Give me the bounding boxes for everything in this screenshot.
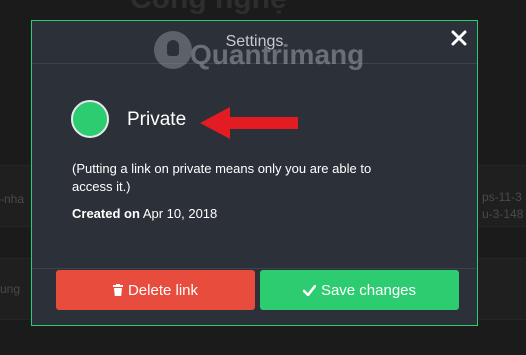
check-icon: [302, 284, 316, 296]
save-changes-label: Save changes: [320, 281, 417, 299]
settings-modal: Settings Quantrimang Private (Putting a …: [31, 20, 478, 326]
arrow-left-icon: [200, 105, 300, 146]
trash-icon: [112, 284, 123, 296]
private-label: Private: [127, 109, 187, 130]
close-icon: [451, 26, 467, 51]
footer-divider: [32, 268, 477, 269]
delete-link-label: Delete link: [127, 281, 199, 299]
delete-link-button[interactable]: Delete link: [56, 270, 255, 310]
background-page-title: Công nghệ: [130, 0, 287, 16]
created-date: Apr 10, 2018: [142, 206, 218, 221]
modal-header: Settings Quantrimang: [32, 21, 477, 70]
save-changes-button[interactable]: Save changes: [260, 270, 459, 310]
created-info: Created on Apr 10, 2018: [72, 206, 217, 221]
close-button[interactable]: [450, 28, 468, 50]
background-text: ung: [0, 282, 21, 296]
background-text: -nha: [0, 192, 25, 206]
background-text: u-3-148: [482, 207, 524, 221]
background-text: ps-11-3: [482, 190, 522, 204]
modal-body: Private (Putting a link on private means…: [32, 63, 477, 325]
privacy-note: (Putting a link on private means only yo…: [72, 161, 372, 194]
created-label: Created on: [72, 206, 140, 221]
private-toggle[interactable]: [71, 100, 109, 138]
